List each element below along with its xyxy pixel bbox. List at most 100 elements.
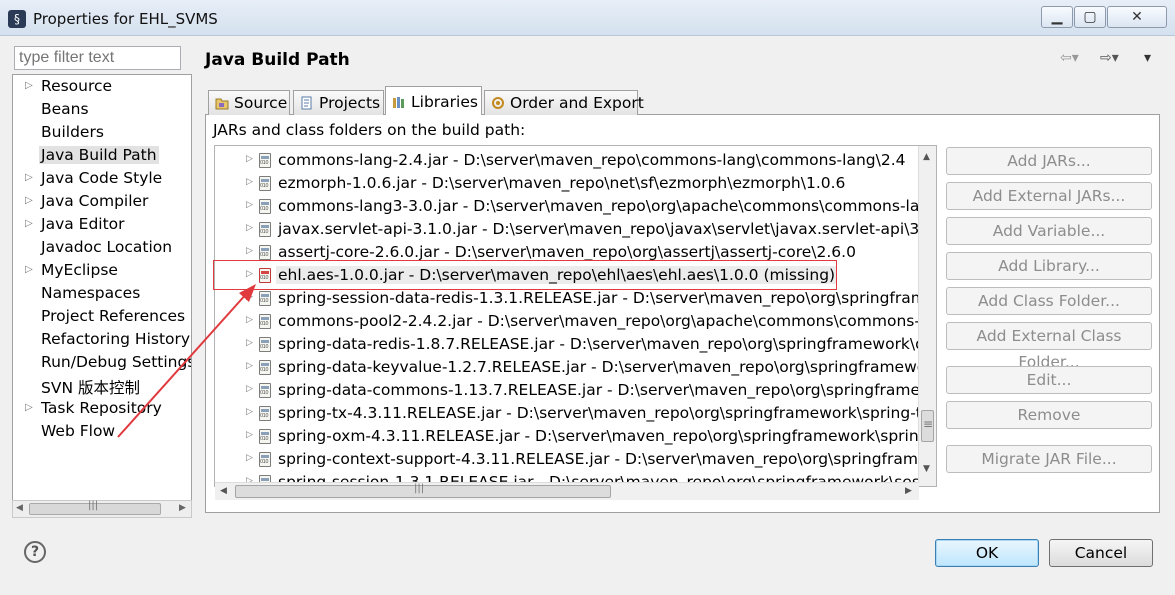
ok-button[interactable]: OK [935,539,1039,567]
tab-order-and-export[interactable]: Order and Export [484,90,644,115]
nav-item-label: Java Editor [41,215,125,233]
expand-chevron-icon[interactable]: ▷ [246,154,253,164]
nav-item-svn[interactable]: SVN 版本控制 [13,375,191,397]
expand-chevron-icon[interactable]: ▷ [246,430,253,440]
add-external-class-folder-button[interactable]: Add External Class Folder... [946,322,1152,371]
add-jars-button[interactable]: Add JARs... [946,147,1152,175]
expand-chevron-icon[interactable]: ▷ [246,453,253,463]
expand-chevron-icon[interactable]: ▷ [246,223,253,233]
source-folder-icon [215,98,229,110]
libraries-horizontal-scrollbar[interactable]: ◀ ▶ [215,482,919,500]
tab-label: Projects [319,94,381,112]
nav-item-java-compiler[interactable]: ▷ Java Compiler [13,191,191,213]
expand-chevron-icon[interactable]: ▷ [246,407,253,417]
migrate-jar-button[interactable]: Migrate JAR File... [946,445,1152,473]
add-library-button[interactable]: Add Library... [946,252,1152,280]
library-row[interactable]: ▷ spring-oxm-4.3.11.RELEASE.jar - D:\serv… [215,425,937,448]
expand-chevron-icon[interactable]: ▷ [25,195,33,206]
minimize-button[interactable]: ▁ [1041,6,1073,28]
libraries-vertical-scrollbar[interactable]: ▲ ▼ [918,146,936,486]
scroll-down-icon[interactable]: ▼ [923,464,930,474]
cancel-button[interactable]: Cancel [1049,539,1153,567]
help-icon[interactable]: ? [24,541,46,563]
eclipse-app-icon: § [8,10,26,28]
close-icon: ✕ [1131,9,1143,25]
expand-chevron-icon[interactable]: ▷ [246,246,253,256]
nav-item-javadoc-location[interactable]: Javadoc Location [13,237,191,259]
library-row[interactable]: ▷ ezmorph-1.0.6.jar - D:\server\maven_rep… [215,172,935,195]
expand-chevron-icon[interactable]: ▷ [246,200,253,210]
expand-chevron-icon[interactable]: ▷ [25,218,33,229]
library-row[interactable]: ▷ javax.servlet-api-3.1.0.jar - D:\server… [215,218,936,241]
tab-projects[interactable]: Projects [293,90,384,115]
expand-chevron-icon[interactable]: ▷ [25,80,33,91]
tab-label: Order and Export [510,94,644,112]
expand-chevron-icon[interactable]: ▷ [246,315,253,325]
nav-item-beans[interactable]: Beans [13,99,191,121]
library-row[interactable]: ▷ spring-tx-4.3.11.RELEASE.jar - D:\serve… [215,402,936,425]
nav-item-refactoring-history[interactable]: Refactoring History [13,329,191,351]
expand-chevron-icon[interactable]: ▷ [25,264,33,275]
nav-item-builders[interactable]: Builders [13,122,191,144]
nav-item-java-editor[interactable]: ▷ Java Editor [13,214,191,236]
library-row[interactable]: ▷ assertj-core-2.6.0.jar - D:\server\mave… [215,241,935,264]
library-row[interactable]: ▷ spring-context-support-4.3.11.RELEASE.j… [215,448,936,471]
expand-chevron-icon[interactable]: ▷ [246,177,253,187]
library-row[interactable]: ▷ commons-pool2-2.4.2.jar - D:\server\mav… [215,310,936,333]
library-label: spring-oxm-4.3.11.RELEASE.jar - D:\serve… [278,427,937,445]
nav-item-myeclipse[interactable]: ▷ MyEclipse [13,260,191,282]
section-label: JARs and class folders on the build path… [213,121,526,139]
expand-chevron-icon[interactable]: ▷ [25,402,33,413]
scroll-left-icon[interactable]: ◀ [16,503,23,513]
scroll-right-icon[interactable]: ▶ [179,503,186,513]
scroll-left-icon[interactable]: ◀ [220,486,227,496]
add-class-folder-button[interactable]: Add Class Folder... [946,287,1152,315]
title-bar: § Properties for EHL_SVMS ▁ ▢ ✕ [0,0,1175,36]
expand-chevron-icon[interactable]: ▷ [246,338,253,348]
expand-chevron-icon[interactable]: ▷ [246,292,253,302]
add-variable-button[interactable]: Add Variable... [946,217,1152,245]
expand-chevron-icon[interactable]: ▷ [25,172,33,183]
remove-button[interactable]: Remove [946,401,1152,429]
order-export-icon [492,97,504,109]
expand-chevron-icon[interactable]: ▷ [246,269,253,279]
view-menu-icon[interactable]: ▾ [1144,50,1151,66]
library-row[interactable]: ▷ commons-lang3-3.0.jar - D:\server\maven… [215,195,936,218]
library-row[interactable]: ▷ spring-data-keyvalue-1.2.7.RELEASE.jar … [215,356,936,379]
close-button[interactable]: ✕ [1107,6,1167,28]
library-row-missing[interactable]: ▷ ehl.aes-1.0.0.jar - D:\server\maven_rep… [215,264,935,287]
add-external-jars-button[interactable]: Add External JARs... [946,182,1152,210]
expand-chevron-icon[interactable]: ▷ [246,384,253,394]
back-icon[interactable]: ⇦▾ [1060,50,1079,66]
tab-label: Source [234,94,288,112]
nav-item-project-references[interactable]: Project References [13,306,191,328]
tab-libraries[interactable]: Libraries [385,86,482,115]
library-row[interactable]: ▷ spring-data-redis-1.8.7.RELEASE.jar - D… [215,333,936,356]
filter-input[interactable] [14,46,181,70]
scroll-right-icon[interactable]: ▶ [905,486,912,496]
forward-icon[interactable]: ⇨▾ [1100,50,1119,66]
scrollbar-thumb[interactable] [235,483,611,498]
scroll-up-icon[interactable]: ▲ [923,152,930,162]
nav-horizontal-scrollbar[interactable]: ◀ ▶ [12,500,192,518]
scrollbar-thumb[interactable] [921,410,934,442]
nav-item-namespaces[interactable]: Namespaces [13,283,191,305]
library-row[interactable]: ▷ spring-data-commons-1.13.7.RELEASE.jar … [215,379,936,402]
nav-item-label: MyEclipse [41,261,118,279]
expand-chevron-icon[interactable]: ▷ [246,361,253,371]
edit-button[interactable]: Edit... [946,366,1152,394]
nav-item-task-repository[interactable]: ▷ Task Repository [13,398,191,420]
nav-item-resource[interactable]: ▷ Resource [13,76,191,98]
maximize-button[interactable]: ▢ [1074,6,1106,28]
nav-item-run-debug-settings[interactable]: Run/Debug Settings [13,352,191,374]
nav-item-java-build-path[interactable]: Java Build Path [13,145,191,167]
scrollbar-thumb[interactable] [29,500,161,515]
nav-item-java-code-style[interactable]: ▷ Java Code Style [13,168,191,190]
jar-icon [259,383,271,398]
nav-item-web-flow[interactable]: Web Flow [13,421,191,443]
library-row[interactable]: ▷ spring-session-data-redis-1.3.1.RELEASE… [215,287,936,310]
jar-icon [259,245,271,260]
maximize-icon: ▢ [1083,9,1097,25]
library-row[interactable]: ▷ commons-lang-2.4.jar - D:\server\maven_… [215,149,935,172]
tab-source[interactable]: Source [208,90,290,115]
